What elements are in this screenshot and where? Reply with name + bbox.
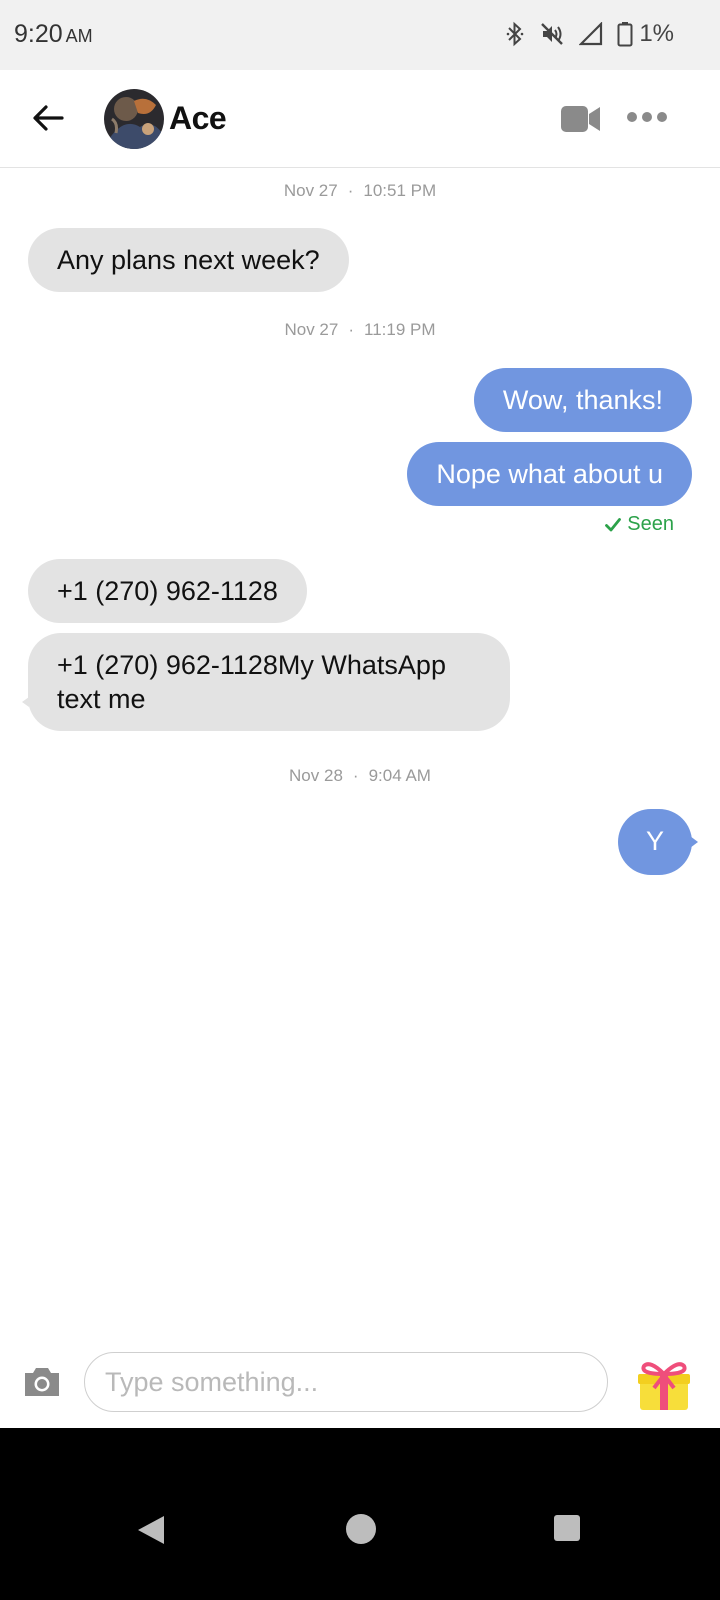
more-options-icon-dot: [627, 112, 637, 122]
video-call-button[interactable]: [560, 103, 602, 135]
incoming-message[interactable]: Any plans next week?: [28, 228, 349, 292]
seen-indicator: Seen: [605, 513, 674, 536]
status-time-value: 9:20: [14, 20, 63, 48]
video-camera-icon: [561, 106, 600, 132]
camera-button[interactable]: [22, 1364, 62, 1400]
incoming-message[interactable]: +1 (270) 962-1128My WhatsApp text me: [28, 633, 510, 731]
timestamp-separator: ·: [352, 766, 359, 785]
contact-name[interactable]: Ace: [169, 100, 227, 137]
battery-percent: 1%: [639, 20, 674, 47]
message-text: Y: [645, 826, 664, 856]
seen-label: Seen: [627, 513, 674, 535]
nav-home-icon: [346, 1514, 376, 1544]
incoming-message[interactable]: +1 (270) 962-1128: [28, 559, 307, 623]
nav-back-button[interactable]: [134, 1513, 168, 1552]
nav-recents-icon: [554, 1515, 580, 1541]
nav-home-button[interactable]: [344, 1512, 378, 1551]
timestamp-time: 10:51 PM: [363, 181, 437, 200]
system-navigation-bar: [0, 1428, 720, 1600]
more-options-icon-dot: [642, 112, 652, 122]
avatar-image: [104, 89, 164, 149]
signal-icon: [579, 22, 603, 46]
timestamp-separator: ·: [348, 320, 355, 339]
gift-icon: [638, 1362, 690, 1410]
message-text: Any plans next week?: [57, 245, 320, 275]
message-text: +1 (270) 962-1128My WhatsApp text me: [57, 650, 446, 714]
status-bar: 9:20 AM 1%: [0, 0, 720, 70]
status-time: 9:20 AM: [14, 20, 93, 49]
mute-icon: [541, 23, 564, 45]
status-time-ampm: AM: [65, 26, 93, 46]
timestamp-time: 9:04 AM: [368, 766, 431, 785]
avatar[interactable]: [104, 89, 164, 149]
status-icons: 1%: [505, 20, 674, 48]
outgoing-message[interactable]: Wow, thanks!: [473, 368, 692, 432]
back-button[interactable]: [28, 98, 68, 138]
checkmark-icon: [605, 517, 622, 531]
message-timestamp: Nov 28 · 9:04 AM: [0, 766, 720, 786]
message-timestamp: Nov 27 · 11:19 PM: [0, 320, 720, 340]
outgoing-message[interactable]: Nope what about u: [407, 442, 692, 506]
gift-button[interactable]: [636, 1358, 692, 1414]
message-text: +1 (270) 962-1128: [57, 576, 278, 606]
bubble-tail: [690, 836, 698, 848]
message-text: Wow, thanks!: [502, 385, 663, 415]
bubble-tail: [22, 697, 29, 707]
nav-back-icon: [138, 1516, 164, 1544]
message-timestamp: Nov 27 · 10:51 PM: [0, 181, 720, 201]
back-arrow-icon: [33, 105, 64, 131]
timestamp-date: Nov 28: [289, 766, 343, 785]
nav-recents-button[interactable]: [552, 1513, 582, 1548]
message-text: Nope what about u: [436, 459, 663, 489]
battery-icon: [617, 22, 633, 47]
message-input-bar: [0, 1340, 720, 1426]
outgoing-message[interactable]: Y: [618, 809, 692, 875]
timestamp-date: Nov 27: [283, 181, 338, 200]
more-options-button[interactable]: [627, 107, 667, 127]
timestamp-separator: ·: [347, 181, 354, 200]
message-input[interactable]: [84, 1352, 608, 1412]
timestamp-time: 11:19 PM: [364, 320, 436, 339]
camera-icon: [25, 1368, 59, 1396]
chat-header: Ace: [0, 70, 720, 168]
timestamp-date: Nov 27: [284, 320, 339, 339]
more-options-icon-dot: [657, 112, 667, 122]
bluetooth-icon: [507, 21, 524, 47]
